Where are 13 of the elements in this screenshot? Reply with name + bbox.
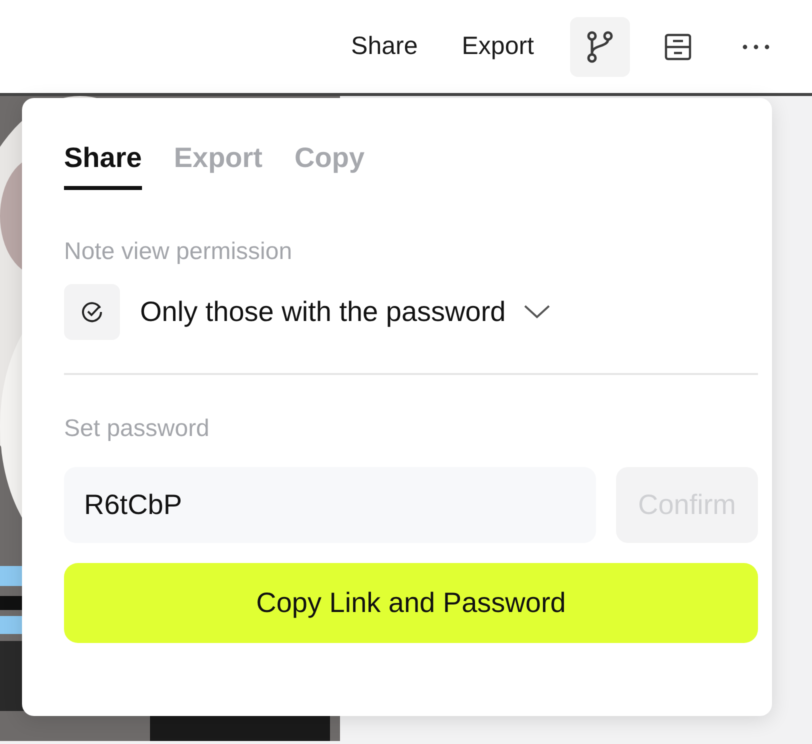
toolbar-link[interactable]: Export (444, 24, 552, 69)
permission-dropdown[interactable]: Only those with the password (140, 296, 550, 328)
more-icon (742, 44, 770, 50)
chevron-down-icon (524, 305, 550, 319)
password-field[interactable]: R6tCbP (64, 467, 596, 543)
toolbar-button[interactable] (570, 16, 630, 76)
tab[interactable]: Share (64, 138, 142, 190)
branch-icon (587, 30, 613, 62)
toolbar-link[interactable]: Share (333, 24, 436, 69)
section-label: Set password (64, 415, 210, 443)
copy-button[interactable]: Copy Link and Password (64, 563, 758, 643)
drawer-icon (664, 32, 692, 60)
section-label: Note view permission (64, 238, 294, 266)
